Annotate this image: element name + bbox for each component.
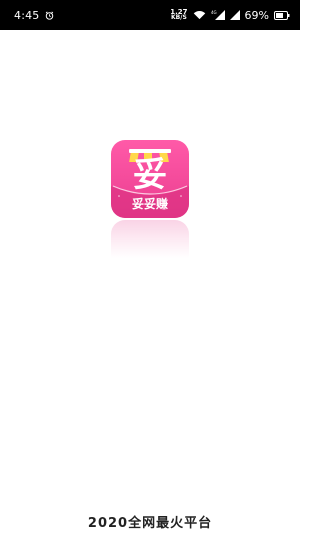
network-speed: 1.27 KB/S [170,9,187,21]
status-time: 4:45 [14,8,40,22]
cellular-signal-icon: 4G [211,10,225,20]
network-speed-unit: KB/S [171,14,187,21]
alarm-icon [45,11,54,20]
battery-icon [274,10,290,20]
network-type-label: 4G [211,10,217,15]
wifi-icon [193,10,206,20]
splash-screen: 4:45 1.27 KB/S 4G 69% 妥 妥妥赚 2020全网最火平台 [0,0,300,533]
splash-slogan: 2020全网最火平台 [87,516,213,531]
signal-bars-icon [229,10,240,20]
app-icon-brand-text: 妥妥赚 [132,196,168,211]
battery-percent: 69% [244,8,269,22]
app-icon-glyph: 妥 [133,155,167,195]
app-icon: 妥 妥妥赚 [111,140,189,218]
status-bar: 4:45 1.27 KB/S 4G 69% [0,0,300,30]
app-logo: 妥 妥妥赚 [111,140,189,258]
